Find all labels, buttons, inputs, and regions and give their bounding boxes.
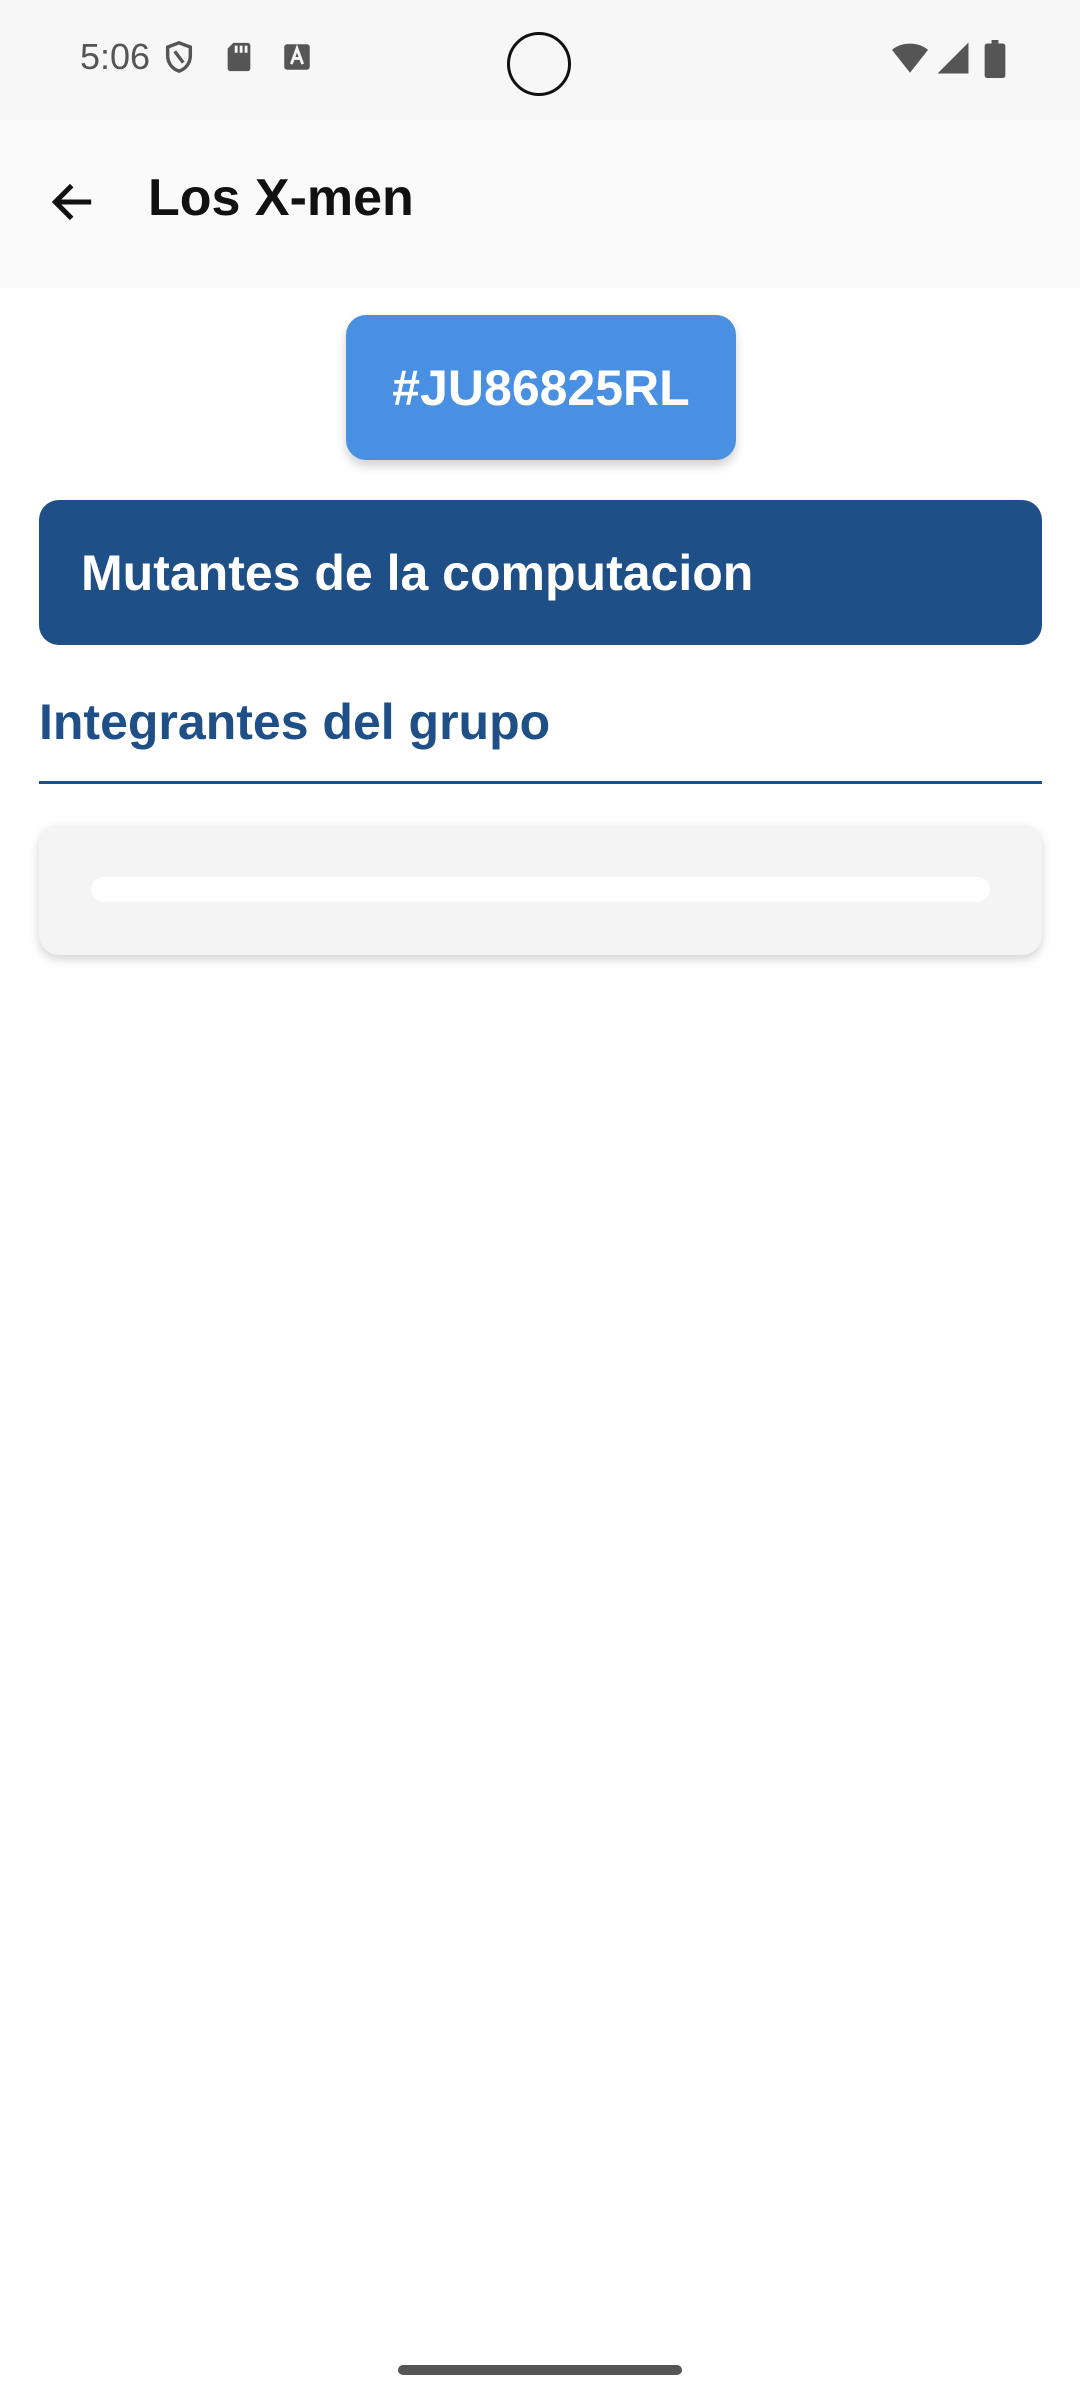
page-title: Los X-men bbox=[148, 169, 414, 227]
status-bar: 5:06 bbox=[0, 0, 1080, 120]
camera-cutout bbox=[507, 32, 571, 96]
members-card bbox=[39, 825, 1042, 955]
signal-icon bbox=[936, 40, 970, 76]
arrow-back-icon bbox=[47, 177, 97, 232]
members-section-header: Integrantes del grupo bbox=[39, 694, 551, 750]
section-divider bbox=[39, 781, 1042, 784]
app-bar: Los X-men bbox=[0, 120, 1080, 288]
battery-icon bbox=[984, 40, 1006, 78]
group-name: Mutantes de la computacion bbox=[81, 544, 754, 601]
wifi-icon bbox=[890, 40, 930, 76]
status-time: 5:06 bbox=[80, 36, 151, 77]
gesture-nav-handle[interactable] bbox=[398, 2365, 682, 2375]
group-code-chip[interactable]: #JU86825RL bbox=[346, 315, 736, 460]
sd-card-icon bbox=[222, 40, 256, 74]
loading-bar bbox=[91, 877, 990, 902]
shield-icon bbox=[162, 40, 196, 74]
back-button[interactable] bbox=[34, 166, 110, 242]
group-name-banner: Mutantes de la computacion bbox=[39, 500, 1042, 645]
text-icon bbox=[280, 40, 314, 74]
